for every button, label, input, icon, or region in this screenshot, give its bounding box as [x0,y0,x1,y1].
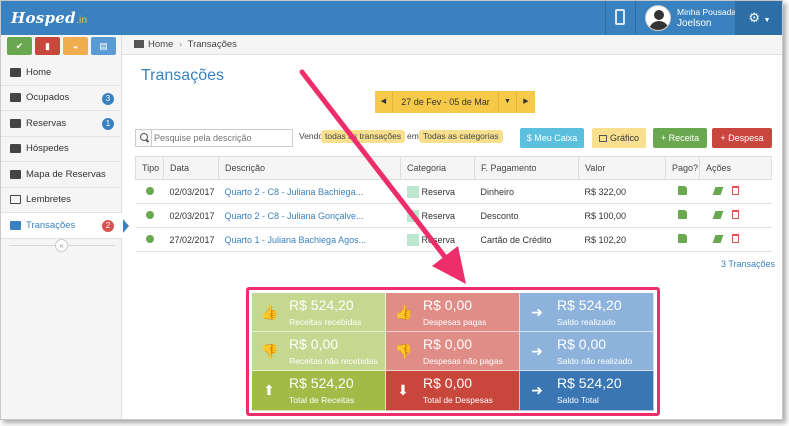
thumbs-up-icon[interactable] [677,210,687,219]
description-link[interactable]: Quarto 1 - Juliana Bachiega Agos... [218,227,401,252]
table-header: Tipo Data Descrição Categoria F. Pagamen… [135,156,772,180]
count-badge: 1 [102,118,114,130]
gear-icon[interactable]: ⚙ ▼ [735,1,782,35]
divider [605,1,606,35]
sidebar-item-mapa[interactable]: Mapa de Reservas [1,162,122,188]
transactions-table: Tipo Data Descrição Categoria F. Pagamen… [135,156,772,252]
thumbs-up-icon[interactable] [677,234,687,243]
column-header: Ações [699,156,772,180]
receita-button[interactable]: + Receita [653,128,707,148]
search-box [135,129,293,147]
date-range-picker: ◀ 27 de Fev - 05 de Mar ▼ ▶ [375,91,535,113]
sidebar-item-home[interactable]: Home [1,60,122,86]
despesa-button[interactable]: + Despesa [712,128,772,148]
envelope-icon [10,195,21,205]
column-header: Pago? [665,156,700,180]
user-menu[interactable]: Minha Pousada Joelson [677,7,736,29]
breadcrumb-current: Transações [187,39,237,50]
pencil-icon[interactable] [712,235,723,243]
divider [635,1,636,35]
count-badge: 2 [102,220,114,232]
annotation-highlight-box [246,287,660,416]
search-icon [136,130,152,146]
sidebar-item-hospedes[interactable]: Hóspedes [1,137,122,162]
app-logo[interactable]: Hosped.in [11,9,87,27]
next-period-button[interactable]: ▶ [517,91,535,113]
home-icon[interactable] [134,40,144,48]
table-row: 02/03/2017 Quarto 2 - C8 - Juliana Bachi… [135,179,772,204]
chevron-down-icon[interactable]: ▼ [499,91,517,113]
sidebar-nav: Home Ocupados 3 Reservas 1 Hóspedes Mapa d… [1,60,129,239]
categories-filter[interactable]: Todas as categorias [419,130,503,143]
income-type-icon [145,234,154,243]
user-subtitle: Minha Pousada [677,7,737,17]
pencil-icon[interactable] [712,187,723,195]
meu-caixa-button[interactable]: $ Meu Caixa [520,128,584,148]
money-icon [10,220,21,230]
avatar[interactable] [645,5,671,31]
category-swatch [406,185,419,198]
grafico-button[interactable]: Gráfico [592,128,646,148]
date-range-button[interactable]: 27 de Fev - 05 de Mar [393,91,499,113]
income-type-icon [145,210,154,219]
search-input[interactable] [154,131,290,145]
breadcrumb-home[interactable]: Home [148,39,173,50]
user-name: Joelson [677,18,712,29]
column-header[interactable]: Descrição [218,156,401,180]
wrench-icon [10,67,21,77]
table-icon [10,169,21,179]
sidebar-collapse: « [9,239,115,252]
tablet-icon[interactable] [615,9,625,25]
inbox-icon[interactable]: ◒ [63,37,88,55]
thumbs-up-icon[interactable] [677,186,687,195]
column-header[interactable]: Categoria [400,156,475,180]
category-swatch [406,209,419,222]
description-link[interactable]: Quarto 2 - C8 - Juliana Bachiega... [218,179,401,204]
transaction-count: 3 Transações [721,259,776,269]
count-badge: 3 [102,92,114,105]
trash-icon[interactable] [731,186,739,195]
sidebar-item-ocupados[interactable]: Ocupados 3 [1,86,122,111]
breadcrumb: Home › Transações [122,35,782,55]
column-header[interactable]: Valor [578,156,666,180]
prev-period-button[interactable]: ◀ [375,91,393,113]
table-row: 02/03/2017 Quarto 2 - C8 - Juliana Gonça… [135,203,772,228]
transactions-filter[interactable]: todas as transações [321,130,406,143]
table-row: 27/02/2017 Quarto 1 - Juliana Bachiega A… [135,227,772,252]
collapse-sidebar-button[interactable]: « [55,239,68,252]
filter-prefix: Vendo [299,131,324,141]
door-icon[interactable]: ▮ [35,37,60,55]
category-swatch [406,233,419,246]
column-header[interactable]: Data [163,156,219,180]
column-header[interactable]: Tipo [135,156,164,180]
pencil-icon[interactable] [712,211,723,219]
sidebar-item-lembretes[interactable]: Lembretes [1,188,122,213]
description-link[interactable]: Quarto 2 - C8 - Juliana Gonçalve... [218,203,401,228]
trash-icon[interactable] [731,234,739,243]
check-icon[interactable]: ✔ [7,37,32,55]
sidebar-item-reservas[interactable]: Reservas 1 [1,111,122,137]
page-title: Transações [141,67,224,84]
chart-icon [598,135,607,142]
quick-buttons: ✔ ▮ ◒ ▤ [7,37,116,55]
top-bar: Hosped.in Minha Pousada Joelson ⚙ ▼ [1,1,782,35]
trash-icon[interactable] [731,210,739,219]
sidebar: ✔ ▮ ◒ ▤ Home Ocupados 3 Reservas 1 Hóspede… [1,35,129,419]
book-icon[interactable]: ▤ [91,37,116,55]
book-icon [10,118,21,128]
income-type-icon [145,186,154,195]
sidebar-item-transacoes[interactable]: Transações 2 [1,213,129,239]
app-window: Hosped.in Minha Pousada Joelson ⚙ ▼ ✔ ▮ … [0,0,783,420]
sign-in-icon [10,93,21,103]
filter-middle: em [407,131,419,141]
column-header[interactable]: F. Pagamento [474,156,579,180]
users-icon [10,144,21,154]
